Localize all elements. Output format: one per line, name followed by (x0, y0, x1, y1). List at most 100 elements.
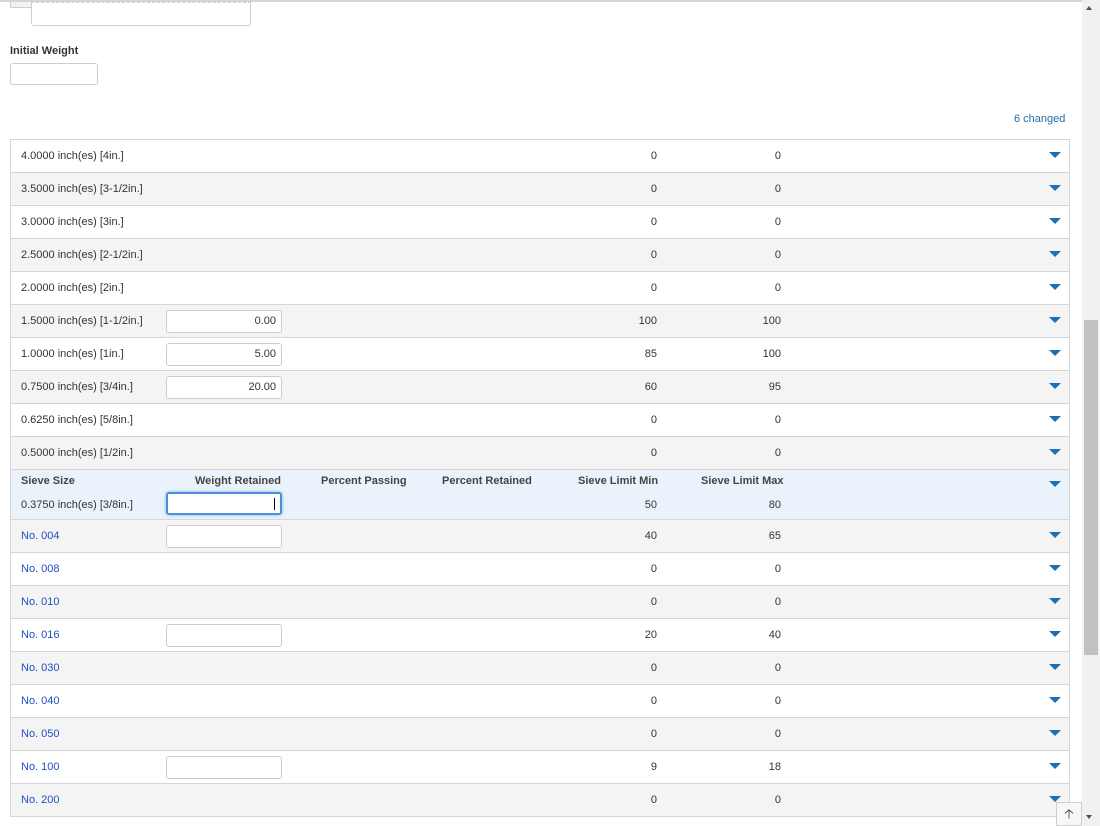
scroll-up-arrow-icon[interactable] (1086, 6, 1092, 10)
chevron-down-icon[interactable] (1049, 697, 1061, 703)
sieve-size-link[interactable]: No. 016 (21, 629, 60, 641)
chevron-down-icon[interactable] (1049, 664, 1061, 670)
back-to-top-button[interactable]: 🡡 (1056, 802, 1082, 826)
table-row-active[interactable]: Sieve Size Weight Retained Percent Passi… (10, 470, 1070, 520)
sieve-limit-min: 85 (644, 348, 657, 360)
chevron-down-icon[interactable] (1049, 317, 1061, 323)
sieve-limit-max: 0 (774, 728, 781, 740)
table-row[interactable]: No. 016 20 40 (10, 619, 1070, 652)
sieve-size: 0.5000 inch(es) [1/2in.] (21, 447, 133, 459)
weight-retained-input[interactable]: 20.00 (166, 376, 282, 399)
sieve-size-link[interactable]: No. 200 (21, 794, 60, 806)
sieve-size: 0.3750 inch(es) [3/8in.] (21, 499, 133, 511)
sieve-limit-max: 0 (774, 695, 781, 707)
chevron-down-icon[interactable] (1049, 284, 1061, 290)
sieve-limit-min: 20 (644, 629, 657, 641)
table-row[interactable]: 0.7500 inch(es) [3/4in.] 20.00 60 95 (10, 371, 1070, 404)
header-percent-passing: Percent Passing (321, 475, 407, 487)
weight-retained-input[interactable] (166, 756, 282, 779)
table-row[interactable]: 1.0000 inch(es) [1in.] 5.00 85 100 (10, 338, 1070, 371)
sieve-limit-min: 9 (650, 761, 657, 773)
sieve-limit-max: 0 (774, 447, 781, 459)
chevron-down-icon[interactable] (1049, 481, 1061, 487)
sieve-size-link[interactable]: No. 040 (21, 695, 60, 707)
sieve-limit-min: 0 (650, 216, 657, 228)
header-sieve-limit-min: Sieve Limit Min (578, 475, 659, 487)
chevron-down-icon[interactable] (1049, 565, 1061, 571)
sieve-limit-max: 100 (762, 348, 781, 360)
table-row[interactable]: 4.0000 inch(es) [4in.] 0 0 (10, 140, 1070, 173)
sieve-size-link[interactable]: No. 004 (21, 530, 60, 542)
sieve-limit-min: 0 (650, 728, 657, 740)
table-row[interactable]: No. 100 9 18 (10, 751, 1070, 784)
table-row[interactable]: No. 004 40 65 (10, 520, 1070, 553)
sieve-limit-min: 60 (644, 381, 657, 393)
sieve-limit-max: 0 (774, 249, 781, 261)
sieve-limit-min: 0 (650, 662, 657, 674)
sieve-limit-max: 0 (774, 794, 781, 806)
chevron-down-icon[interactable] (1049, 730, 1061, 736)
chevron-down-icon[interactable] (1049, 449, 1061, 455)
weight-retained-input[interactable]: 0.00 (166, 310, 282, 333)
sieve-limit-min: 0 (650, 794, 657, 806)
table-row[interactable]: 2.0000 inch(es) [2in.] 0 0 (10, 272, 1070, 305)
weight-retained-input[interactable] (166, 624, 282, 647)
sieve-size: 2.5000 inch(es) [2-1/2in.] (21, 249, 143, 261)
sieve-size: 3.0000 inch(es) [3in.] (21, 216, 124, 228)
sieve-limit-max: 95 (768, 381, 781, 393)
sieve-limit-max: 40 (768, 629, 781, 641)
table-row[interactable]: No. 200 0 0 (10, 784, 1070, 817)
sieve-size: 0.7500 inch(es) [3/4in.] (21, 381, 133, 393)
chevron-down-icon[interactable] (1049, 383, 1061, 389)
sieve-size-link[interactable]: No. 008 (21, 563, 60, 575)
sieve-size: 4.0000 inch(es) [4in.] (21, 150, 124, 162)
sieve-limit-max: 100 (762, 315, 781, 327)
sieve-limit-min: 0 (650, 414, 657, 426)
sieve-limit-max: 80 (768, 499, 781, 511)
chevron-down-icon[interactable] (1049, 218, 1061, 224)
sieve-limit-max: 0 (774, 662, 781, 674)
table-row[interactable]: No. 010 0 0 (10, 586, 1070, 619)
scroll-down-arrow-icon[interactable] (1086, 815, 1092, 819)
initial-weight-input[interactable] (10, 63, 98, 85)
upper-field[interactable] (31, 2, 251, 26)
sieve-size-link[interactable]: No. 100 (21, 761, 60, 773)
weight-retained-input-focused[interactable] (166, 492, 282, 515)
table-row[interactable]: 2.5000 inch(es) [2-1/2in.] 0 0 (10, 239, 1070, 272)
changed-count-link[interactable]: 6 changed (1014, 113, 1065, 125)
table-row[interactable]: 1.5000 inch(es) [1-1/2in.] 0.00 100 100 (10, 305, 1070, 338)
text-cursor (274, 498, 275, 510)
scrollbar-thumb[interactable] (1084, 320, 1098, 655)
chevron-down-icon[interactable] (1049, 598, 1061, 604)
chevron-down-icon[interactable] (1049, 185, 1061, 191)
chevron-down-icon[interactable] (1049, 251, 1061, 257)
sieve-size-link[interactable]: No. 010 (21, 596, 60, 608)
table-row[interactable]: 3.0000 inch(es) [3in.] 0 0 (10, 206, 1070, 239)
table-row[interactable]: No. 040 0 0 (10, 685, 1070, 718)
table-row[interactable]: 0.5000 inch(es) [1/2in.] 0 0 (10, 437, 1070, 470)
chevron-down-icon[interactable] (1049, 631, 1061, 637)
table-row[interactable]: No. 030 0 0 (10, 652, 1070, 685)
sieve-limit-max: 0 (774, 183, 781, 195)
weight-retained-input[interactable] (166, 525, 282, 548)
arrow-up-icon: 🡡 (1064, 806, 1074, 821)
table-row[interactable]: No. 008 0 0 (10, 553, 1070, 586)
chevron-down-icon[interactable] (1049, 763, 1061, 769)
chevron-down-icon[interactable] (1049, 350, 1061, 356)
sieve-limit-min: 0 (650, 150, 657, 162)
table-row[interactable]: 0.6250 inch(es) [5/8in.] 0 0 (10, 404, 1070, 437)
chevron-down-icon[interactable] (1049, 152, 1061, 158)
sieve-limit-min: 0 (650, 249, 657, 261)
sieve-size: 2.0000 inch(es) [2in.] (21, 282, 124, 294)
sieve-limit-min: 0 (650, 695, 657, 707)
table-row[interactable]: 3.5000 inch(es) [3-1/2in.] 0 0 (10, 173, 1070, 206)
header-sieve-limit-max: Sieve Limit Max (701, 475, 784, 487)
chevron-down-icon[interactable] (1049, 532, 1061, 538)
chevron-down-icon[interactable] (1049, 416, 1061, 422)
table-row[interactable]: No. 050 0 0 (10, 718, 1070, 751)
sieve-size-link[interactable]: No. 050 (21, 728, 60, 740)
sieve-limit-min: 50 (644, 499, 657, 511)
sieve-limit-min: 0 (650, 282, 657, 294)
sieve-size-link[interactable]: No. 030 (21, 662, 60, 674)
weight-retained-input[interactable]: 5.00 (166, 343, 282, 366)
